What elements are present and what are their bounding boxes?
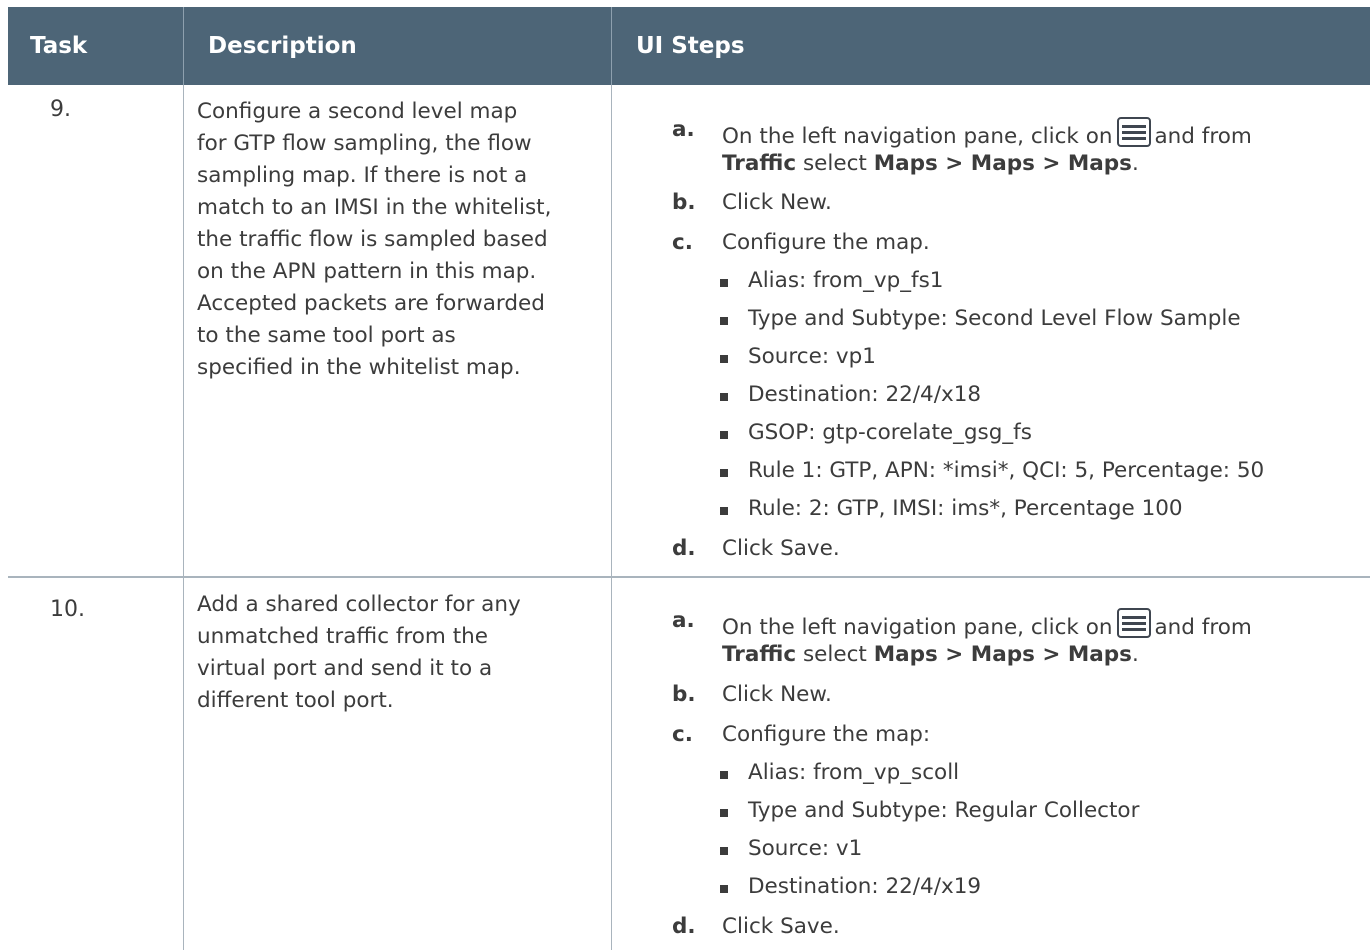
step-letter: d.: [672, 914, 696, 939]
task-description: Add a shared collector for any unmatched…: [197, 589, 597, 717]
step-text: Click Save.: [722, 914, 840, 939]
table-header: Task Description UI Steps: [8, 7, 1370, 85]
column-divider: [183, 85, 184, 950]
task-number: 10.: [50, 597, 85, 622]
step-text: On the left navigation pane, click on: [722, 124, 1113, 149]
bullet-icon: [720, 317, 728, 325]
bullet-icon: [720, 507, 728, 515]
description-line: sampling map. If there is not a: [197, 163, 528, 188]
bullet-icon: [720, 885, 728, 893]
description-line: Configure a second level map: [197, 99, 518, 124]
step-text: and from: [1154, 615, 1252, 640]
row-divider: [8, 576, 1370, 578]
bullet-icon: [720, 809, 728, 817]
description-line: match to an IMSI in the whitelist,: [197, 195, 552, 220]
step-letter: c.: [672, 230, 693, 255]
description-line: for GTP flow sampling, the flow: [197, 131, 532, 156]
description-line: on the APN pattern in this map.: [197, 259, 537, 284]
description-line: Add a shared collector for any: [197, 592, 521, 617]
description-line: the traffic flow is sampled based: [197, 227, 548, 252]
bullet-icon: [720, 355, 728, 363]
step-text: Click Save.: [722, 536, 840, 561]
step-text: Configure the map.: [722, 230, 930, 255]
description-line: to the same tool port as: [197, 323, 456, 348]
bullet-icon: [720, 393, 728, 401]
task-number: 9.: [50, 97, 71, 122]
traffic-nav-menu-icon: [1116, 608, 1151, 638]
bullet-icon: [720, 469, 728, 477]
header-task: Task: [30, 33, 88, 59]
bullet-icon: [720, 279, 728, 287]
task-description: Configure a second level map for GTP flo…: [197, 96, 597, 384]
step-letter: a.: [672, 608, 695, 633]
description-line: Accepted packets are forwarded: [197, 291, 545, 316]
maps-path: Maps > Maps > Maps: [873, 642, 1132, 667]
traffic-label: Traffic: [722, 151, 797, 176]
step-letter: d.: [672, 536, 696, 561]
description-line: different tool port.: [197, 688, 394, 713]
procedure-table: Task Description UI Steps 9. Configure a…: [8, 7, 1370, 950]
step-letter: b.: [672, 682, 696, 707]
header-divider: [611, 7, 612, 85]
header-description: Description: [208, 33, 357, 59]
step-text: Click New.: [722, 682, 832, 707]
bullet-icon: [720, 431, 728, 439]
step-letter: a.: [672, 117, 695, 142]
header-divider: [183, 7, 184, 85]
traffic-label: Traffic: [722, 642, 797, 667]
description-line: unmatched traffic from the: [197, 624, 488, 649]
header-ui-steps: UI Steps: [636, 33, 745, 59]
step-text: and from: [1154, 124, 1252, 149]
maps-path: Maps > Maps > Maps: [873, 151, 1132, 176]
bullet-icon: [720, 847, 728, 855]
step-letter: c.: [672, 722, 693, 747]
traffic-nav-menu-icon: [1116, 117, 1151, 147]
description-line: specified in the whitelist map.: [197, 355, 521, 380]
description-line: virtual port and send it to a: [197, 656, 493, 681]
step-text: Configure the map:: [722, 722, 931, 747]
step-letter: b.: [672, 190, 696, 215]
bullet-icon: [720, 771, 728, 779]
step-text: Click New.: [722, 190, 832, 215]
column-divider: [611, 85, 612, 950]
step-text: On the left navigation pane, click on: [722, 615, 1113, 640]
